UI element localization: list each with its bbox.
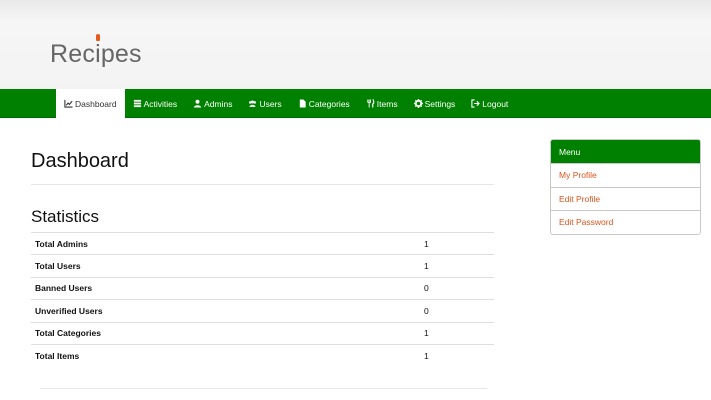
main-navbar: Dashboard Activities Admins Users Catego…	[0, 89, 711, 118]
table-row: Total Users 1	[31, 254, 494, 278]
nav-settings[interactable]: Settings	[406, 89, 464, 118]
statistics-table: Total Admins 1 Total Users 1 Banned User…	[31, 231, 494, 367]
main-nav: Dashboard Activities Admins Users Catego…	[56, 89, 516, 118]
file-icon	[299, 99, 306, 108]
nav-activities[interactable]: Activities	[125, 89, 186, 118]
nav-users[interactable]: Users	[240, 89, 289, 118]
nav-items[interactable]: Items	[358, 89, 406, 118]
side-menu-panel: Menu My Profile Edit Profile Edit Passwo…	[550, 139, 701, 235]
stat-label: Total Users	[31, 254, 424, 278]
stat-label: Banned Users	[31, 276, 424, 300]
table-row: Banned Users 0	[31, 276, 494, 300]
title-divider	[31, 184, 494, 185]
gear-icon	[413, 99, 423, 108]
nav-logout[interactable]: Logout	[463, 89, 516, 118]
stat-label: Unverified Users	[31, 299, 424, 323]
stat-label: Total Categories	[31, 321, 424, 345]
nav-categories[interactable]: Categories	[290, 89, 358, 118]
table-row: Total Items 1	[31, 343, 494, 367]
chef-knife-icon	[96, 34, 101, 41]
nav-admins[interactable]: Admins	[185, 89, 240, 118]
nav-dashboard[interactable]: Dashboard	[56, 89, 125, 118]
page-title: Dashboard	[31, 150, 129, 172]
stat-value: 0	[424, 299, 494, 323]
footer-divider	[40, 388, 487, 389]
stat-value: 1	[424, 231, 494, 255]
list-icon	[133, 99, 141, 108]
stat-value: 1	[424, 321, 494, 345]
table-row: Total Admins 1	[31, 231, 494, 255]
users-icon	[249, 100, 257, 107]
my-profile-link[interactable]: My Profile	[551, 163, 700, 187]
site-header: Rec ipes	[0, 0, 711, 89]
statistics-title: Statistics	[31, 207, 100, 226]
sign-out-icon	[471, 99, 481, 108]
edit-profile-link[interactable]: Edit Profile	[551, 186, 700, 211]
line-chart-icon	[64, 99, 73, 108]
edit-password-link[interactable]: Edit Password	[551, 210, 700, 234]
cutlery-icon	[367, 99, 375, 108]
side-menu-heading: Menu	[551, 140, 700, 163]
table-row: Total Categories 1	[31, 321, 494, 345]
stat-value: 1	[424, 343, 494, 367]
stat-value: 1	[424, 254, 494, 278]
user-icon	[194, 99, 202, 108]
stat-label: Total Items	[31, 343, 424, 367]
site-logo[interactable]: Rec ipes	[50, 34, 142, 69]
stat-value: 0	[424, 276, 494, 300]
stat-label: Total Admins	[31, 231, 424, 255]
table-row: Unverified Users 0	[31, 299, 494, 323]
